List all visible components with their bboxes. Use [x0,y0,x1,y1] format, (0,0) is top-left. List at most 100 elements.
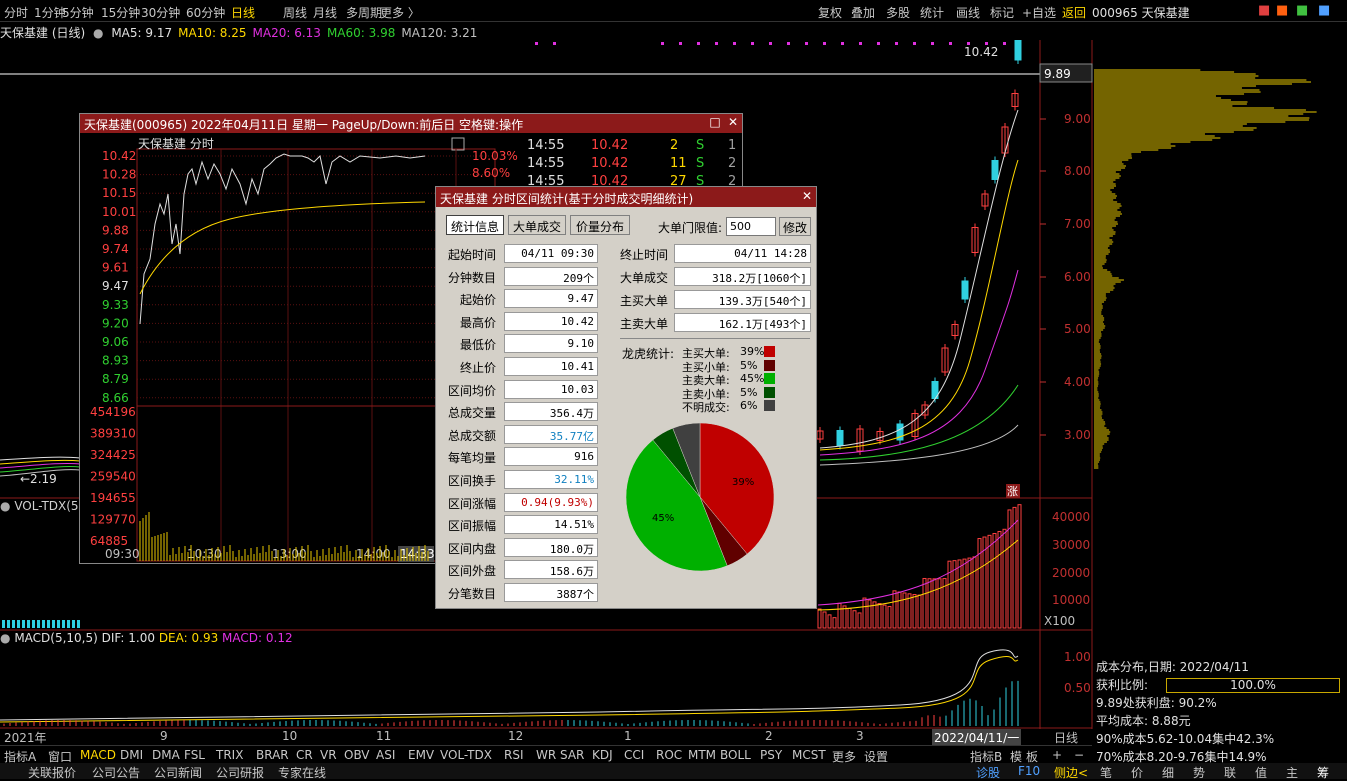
trade-pie-chart: 39% 45% [625,422,775,572]
indicator-tab-12[interactable]: EMV [408,748,434,762]
indicator-tab-9[interactable]: VR [320,748,337,762]
bottom-tab-2[interactable]: 细 [1162,764,1174,781]
bottom-tab-5[interactable]: 值 [1255,764,1267,781]
indicator-right-3[interactable]: + [1052,748,1062,762]
tick-count: 2 [728,156,736,171]
bottom-mid-1[interactable]: F10 [1018,764,1040,778]
high-mark: 10.42 [964,45,998,59]
dragon-stats-label: 龙虎统计: [622,347,675,361]
period-10[interactable]: 更多 〉 [380,4,420,21]
action-4[interactable]: 画线 [956,4,980,21]
period-6[interactable]: 日线 [231,4,255,21]
bottom-mid-2[interactable]: 侧边< [1054,764,1088,781]
date-tick: 11 [376,729,392,743]
indicator-tab-4[interactable]: DMA [152,748,180,762]
bottom-link-3[interactable]: 公司研报 [216,764,264,781]
stat-value: 180.0万 [504,537,598,557]
indicator-tab-17[interactable]: KDJ [592,748,613,762]
indicator-tab-6[interactable]: TRIX [216,748,243,762]
intraday-titlebar[interactable]: 天保基建(000965) 2022年04月11日 星期一 PageUp/Down… [80,114,742,133]
indicator-tab-7[interactable]: BRAR [256,748,289,762]
indicator-tab-8[interactable]: CR [296,748,313,762]
interval-stats-dialog[interactable]: 天保基建 分时区间统计(基于分时成交明细统计) ✕ 统计信息 大单成交 价量分布… [435,186,817,609]
stat-label: 分笔数目 [447,587,496,601]
modify-button[interactable]: 修改 [779,217,811,236]
legend-swatch [764,373,775,384]
indicator-tab-16[interactable]: SAR [560,748,584,762]
action-0[interactable]: 复权 [818,4,842,21]
period-label[interactable]: 日线 [1054,729,1078,746]
action-1[interactable]: 叠加 [851,4,875,21]
period-7[interactable]: 周线 [283,4,307,21]
bottom-tab-3[interactable]: 势 [1193,764,1205,781]
flag-icon[interactable]: ■ [1276,3,1288,18]
bottom-link-4[interactable]: 专家在线 [278,764,326,781]
intraday-vol-tick: 324425 [90,448,136,462]
pin-icon[interactable]: ■ [1318,3,1330,18]
restore-icon[interactable]: □ [708,115,722,129]
indicator-tab-14[interactable]: RSI [504,748,524,762]
action-5[interactable]: 标记 [990,4,1014,21]
period-3[interactable]: 15分钟 [101,4,140,21]
bottom-tab-4[interactable]: 联 [1224,764,1236,781]
bottom-link-2[interactable]: 公司新闻 [154,764,202,781]
settings-icon[interactable]: ● [93,26,103,40]
tick-time: 14:55 [527,156,564,171]
close-icon[interactable]: ✕ [726,115,740,129]
bottom-link-0[interactable]: 关联报价 [28,764,76,781]
threshold-input[interactable]: 500 [726,217,776,236]
report-icon[interactable]: ■ [1258,3,1270,18]
indicator-tab-19[interactable]: ROC [656,748,682,762]
legend-swatch [764,386,775,398]
indicator-tab-3[interactable]: DMI [120,748,143,762]
intraday-vol-tick: 389310 [90,427,136,441]
intraday-price-tick: 9.61 [102,261,129,275]
threshold-label: 大单门限值: [658,221,723,235]
action-3[interactable]: 统计 [920,4,944,21]
bottom-link-1[interactable]: 公司公告 [92,764,140,781]
arrow-icon[interactable]: ■ [1296,3,1308,18]
settings-icon[interactable]: ● [0,631,10,645]
stats-titlebar[interactable]: 天保基建 分时区间统计(基于分时成交明细统计) [436,187,816,207]
indicator-tab-15[interactable]: WR [536,748,556,762]
indicator-tab-10[interactable]: OBV [344,748,370,762]
close-icon[interactable]: ✕ [802,189,812,203]
stock-name-header: 000965 天保基建 [1092,6,1190,20]
period-9[interactable]: 多周期 [346,4,382,21]
stat-label: 分钟数目 [447,270,496,285]
bottom-tab-0[interactable]: 笔 [1100,764,1112,781]
indicator-tab-22[interactable]: PSY [760,748,782,762]
volume-tick: 40000 [1052,510,1090,524]
indicator-tab-11[interactable]: ASI [376,748,395,762]
period-0[interactable]: 分时 [4,4,28,21]
indicator-tab-13[interactable]: VOL-TDX [440,748,492,762]
period-2[interactable]: 5分钟 [62,4,94,21]
settings-icon[interactable]: ● [0,499,10,513]
action-2[interactable]: 多股 [886,4,910,21]
indicator-tab-5[interactable]: FSL [184,748,205,762]
bottom-tab-1[interactable]: 价 [1131,764,1143,781]
action-7[interactable]: 返回 [1062,4,1086,21]
stat-value: 3887个 [504,583,598,602]
indicator-tab-23[interactable]: MCST [792,748,826,762]
period-4[interactable]: 30分钟 [141,4,180,21]
tab-stats-info[interactable]: 统计信息 [446,215,504,235]
bottom-tab-6[interactable]: 主 [1286,764,1298,781]
pie-label: 45% [652,513,674,524]
bottom-tab-7[interactable]: 筹 [1317,764,1329,781]
period-8[interactable]: 月线 [313,4,337,21]
indicator-right-4[interactable]: − [1074,748,1084,762]
tab-big-trades[interactable]: 大单成交 [508,215,566,235]
period-1[interactable]: 1分钟 [34,4,66,21]
price-tick: 8.00 [1064,164,1091,178]
intraday-price-tick: 9.74 [102,242,129,256]
indicator-tab-21[interactable]: BOLL [720,748,751,762]
volume-tick: 10000 [1052,593,1090,607]
action-6[interactable]: +自选 [1022,4,1056,21]
indicator-tab-20[interactable]: MTM [688,748,716,762]
indicator-tab-2[interactable]: MACD [80,748,116,762]
bottom-mid-0[interactable]: 诊股 [976,764,1000,781]
tab-price-volume[interactable]: 价量分布 [570,215,630,235]
indicator-tab-18[interactable]: CCI [624,748,644,762]
period-5[interactable]: 60分钟 [186,4,225,21]
